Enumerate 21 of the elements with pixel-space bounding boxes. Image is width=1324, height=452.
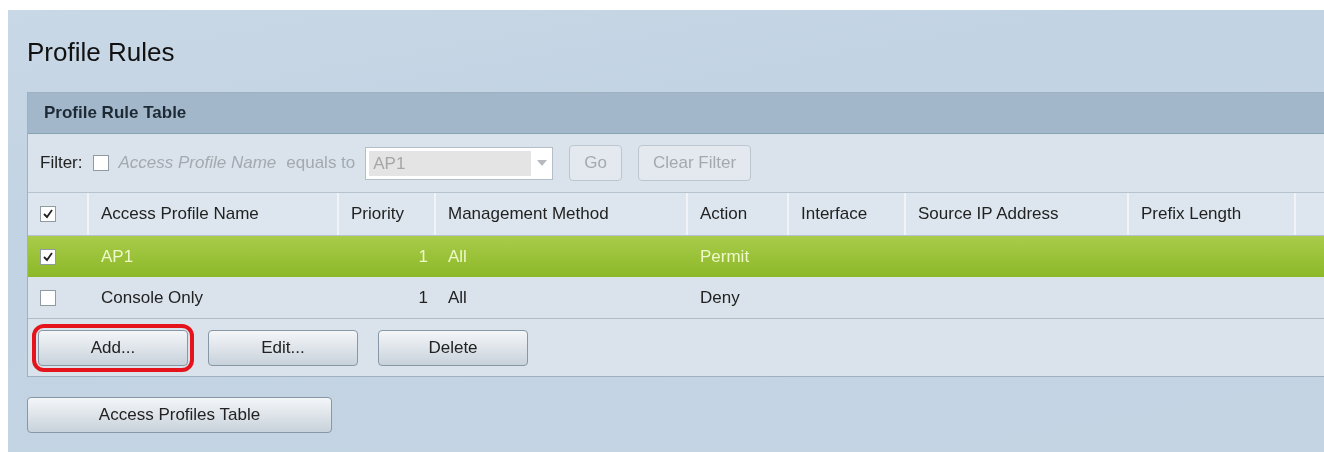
table-cell-text: Permit bbox=[699, 245, 751, 268]
table-cell-text: 1 bbox=[417, 286, 429, 309]
filter-operator: equals to bbox=[286, 153, 356, 173]
table-cell-text: All bbox=[447, 245, 468, 268]
access-profiles-table-button[interactable]: Access Profiles Table bbox=[27, 397, 332, 433]
table-cell-text: Deny bbox=[699, 286, 741, 309]
action-button[interactable]: Delete bbox=[378, 329, 528, 366]
checkbox[interactable] bbox=[40, 248, 56, 265]
caret-icon bbox=[535, 158, 550, 168]
table-title: Profile Rule Table bbox=[28, 93, 1324, 134]
table-cell-text: Console Only bbox=[100, 286, 205, 309]
action-button[interactable]: Add... bbox=[38, 329, 188, 366]
filter-field-label: Access Profile Name bbox=[118, 153, 277, 173]
filter-label: Filter: bbox=[40, 153, 83, 173]
page-title: Profile Rules bbox=[27, 36, 176, 69]
checkbox[interactable] bbox=[40, 206, 56, 222]
action-button[interactable]: Edit... bbox=[208, 329, 358, 366]
table-cell-text: All bbox=[447, 286, 468, 309]
checkbox[interactable] bbox=[40, 289, 56, 306]
table-cell-text: AP1 bbox=[100, 245, 135, 268]
table-cell-text: 1 bbox=[417, 245, 429, 268]
